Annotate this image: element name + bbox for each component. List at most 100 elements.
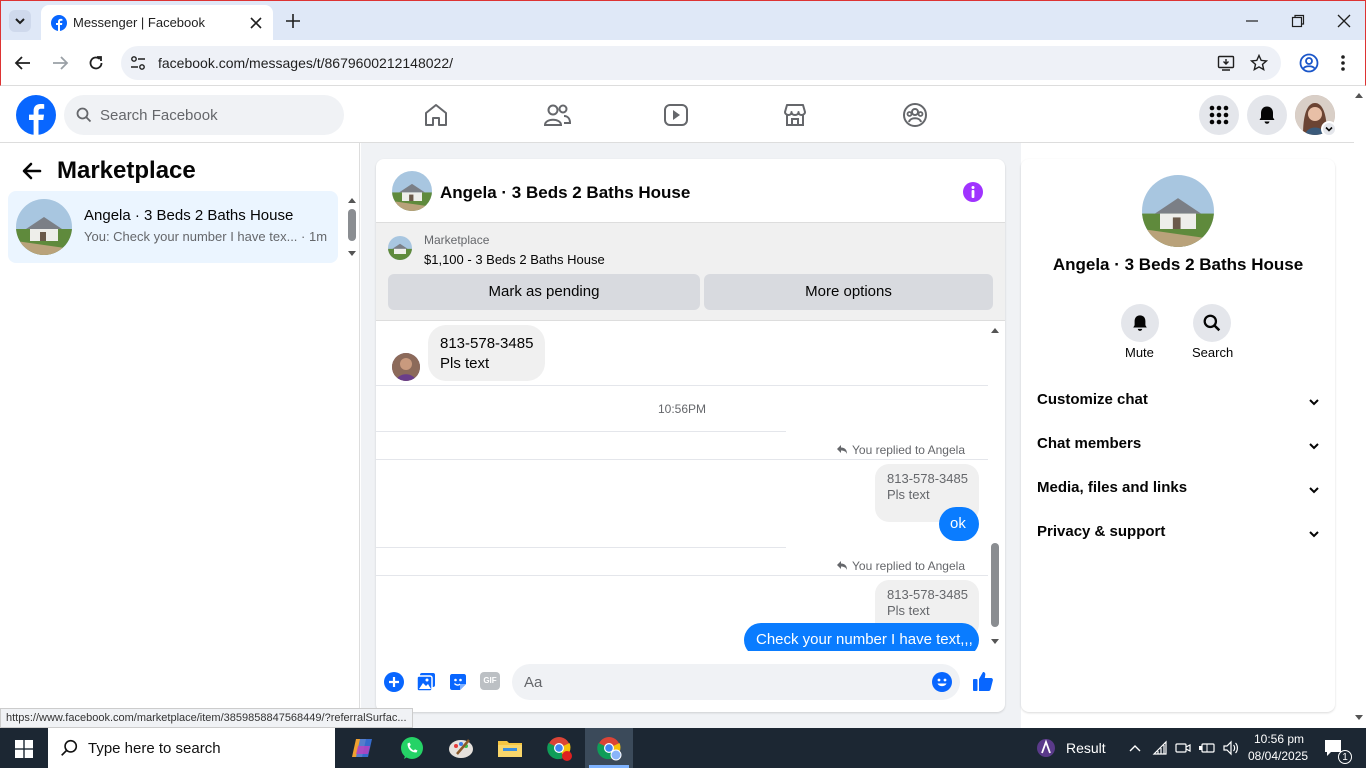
taskbar-search-input[interactable]: Type here to search <box>48 728 335 768</box>
gif-button[interactable]: GIF <box>480 672 500 690</box>
browser-tab-messenger[interactable]: Messenger | Facebook <box>41 5 273 41</box>
chat-header: Angela · 3 Beds 2 Baths House <box>376 159 1005 223</box>
message-input-placeholder: Aa <box>524 674 543 691</box>
taskbar-clock-date[interactable]: 08/04/2025 <box>1248 749 1308 763</box>
chevron-down-icon <box>1309 399 1319 406</box>
chat-scroll-down-icon[interactable] <box>990 637 1000 647</box>
whatsapp-icon[interactable] <box>396 734 428 762</box>
chat-members-section[interactable]: Chat members <box>1037 435 1321 459</box>
home-icon[interactable] <box>423 102 449 128</box>
browser-toolbar: facebook.com/messages/t/8679600212148022… <box>0 40 1366 86</box>
listing-price-title[interactable]: $1,100 - 3 Beds 2 Baths House <box>424 252 605 267</box>
list-scroll-down-icon[interactable] <box>347 249 357 259</box>
site-info-icon[interactable] <box>130 55 146 71</box>
chevron-down-icon <box>1325 126 1333 132</box>
link-status-url: https://www.facebook.com/marketplace/ite… <box>0 708 413 728</box>
thumbs-up-icon[interactable] <box>972 670 994 692</box>
house-photo-icon <box>392 171 432 211</box>
list-scroll-up-icon[interactable] <box>347 195 357 205</box>
media-files-links-section[interactable]: Media, files and links <box>1037 479 1321 503</box>
message-list: 813-578-3485 Pls text 10:56PM You replie… <box>376 323 1005 651</box>
emoji-icon[interactable] <box>932 672 952 692</box>
install-app-icon[interactable] <box>1217 54 1235 72</box>
outgoing-message[interactable]: ok <box>939 507 979 541</box>
list-scrollbar-thumb[interactable] <box>348 209 356 241</box>
profile-icon[interactable] <box>1299 53 1319 73</box>
reply-icon <box>837 561 847 570</box>
facebook-search-input[interactable]: Search Facebook <box>64 95 344 135</box>
mark-as-pending-button[interactable]: Mark as pending <box>388 274 700 310</box>
listing-source: Marketplace <box>424 233 490 247</box>
search-in-conversation-button[interactable] <box>1193 304 1231 342</box>
volume-icon[interactable] <box>1222 740 1240 756</box>
notifications-button[interactable] <box>1247 95 1287 135</box>
show-hidden-icons-icon[interactable] <box>1128 742 1142 754</box>
incoming-message[interactable]: 813-578-3485 Pls text <box>428 325 545 381</box>
paint-icon[interactable] <box>445 734 477 762</box>
chrome-profile-icon <box>597 737 622 761</box>
tab-list-button[interactable] <box>9 10 31 32</box>
reply-icon <box>837 445 847 454</box>
sticker-icon[interactable] <box>448 672 468 692</box>
message-line: 813-578-3485 <box>440 335 534 352</box>
chat-header-avatar[interactable] <box>392 171 432 211</box>
search-icon <box>1203 314 1221 332</box>
friends-icon[interactable] <box>543 102 571 128</box>
message-input[interactable]: Aa <box>512 664 960 700</box>
facebook-logo-icon[interactable] <box>16 95 56 135</box>
quote-line: Pls text <box>887 487 930 502</box>
groups-icon[interactable] <box>902 102 928 128</box>
page-scroll-down-icon[interactable] <box>1354 713 1364 723</box>
browser-menu-icon[interactable] <box>1339 53 1347 73</box>
reload-icon[interactable] <box>87 54 105 72</box>
battery-icon[interactable] <box>1198 740 1216 756</box>
page-scroll-up-icon[interactable] <box>1354 90 1364 100</box>
privacy-support-section[interactable]: Privacy & support <box>1037 523 1321 547</box>
message-text: Check your number I have text,,, <box>756 631 973 648</box>
close-window-icon[interactable] <box>1337 14 1351 28</box>
result-label[interactable]: Result <box>1066 740 1106 756</box>
taskbar-clock-time[interactable]: 10:56 pm <box>1254 732 1304 746</box>
copilot-icon[interactable] <box>347 734 379 762</box>
file-explorer-icon[interactable] <box>494 734 526 762</box>
house-photo-icon <box>388 236 412 260</box>
chat-scroll-up-icon[interactable] <box>990 325 1000 335</box>
attach-photo-icon[interactable] <box>416 672 436 692</box>
more-options-button[interactable]: More options <box>704 274 993 310</box>
back-icon[interactable] <box>14 55 32 71</box>
bookmark-star-icon[interactable] <box>1250 54 1268 72</box>
chevron-down-icon <box>15 18 25 25</box>
address-bar[interactable]: facebook.com/messages/t/8679600212148022… <box>121 46 1281 80</box>
windows-start-icon[interactable] <box>15 740 33 758</box>
chrome-icon[interactable] <box>543 734 575 762</box>
menu-button[interactable] <box>1199 95 1239 135</box>
wifi-icon[interactable] <box>1152 740 1168 756</box>
customize-chat-section[interactable]: Customize chat <box>1037 391 1321 415</box>
details-avatar[interactable] <box>1142 175 1214 247</box>
taskbar-search-placeholder: Type here to search <box>88 740 221 757</box>
chat-scrollbar-thumb[interactable] <box>991 543 999 627</box>
marketplace-icon[interactable] <box>782 102 808 128</box>
result-app-icon[interactable] <box>1035 737 1057 759</box>
conversation-item[interactable]: Angela · 3 Beds 2 Baths House You: Check… <box>8 191 338 263</box>
new-tab-icon[interactable] <box>285 13 301 29</box>
close-tab-icon[interactable] <box>249 16 263 30</box>
mute-button[interactable] <box>1121 304 1159 342</box>
conversation-info-icon[interactable] <box>962 181 984 203</box>
quote-line: 813-578-3485 <box>887 471 968 486</box>
watch-video-icon[interactable] <box>663 102 689 128</box>
chat-title[interactable]: Angela · 3 Beds 2 Baths House <box>440 183 690 203</box>
bell-icon <box>1133 315 1147 331</box>
forward-icon[interactable] <box>51 55 69 71</box>
outgoing-message[interactable]: Check your number I have text,,, <box>744 623 979 651</box>
conversation-details-panel: Angela · 3 Beds 2 Baths House Mute Searc… <box>1021 159 1335 712</box>
sender-avatar <box>392 353 420 381</box>
account-menu-button[interactable] <box>1321 121 1337 137</box>
minimize-icon[interactable] <box>1245 14 1259 28</box>
message-divider <box>376 385 988 386</box>
restore-icon[interactable] <box>1291 14 1305 28</box>
back-arrow-icon[interactable] <box>22 162 42 180</box>
active-app-highlight[interactable] <box>585 728 633 768</box>
add-actions-icon[interactable] <box>384 672 404 692</box>
meet-now-icon[interactable] <box>1175 740 1191 756</box>
